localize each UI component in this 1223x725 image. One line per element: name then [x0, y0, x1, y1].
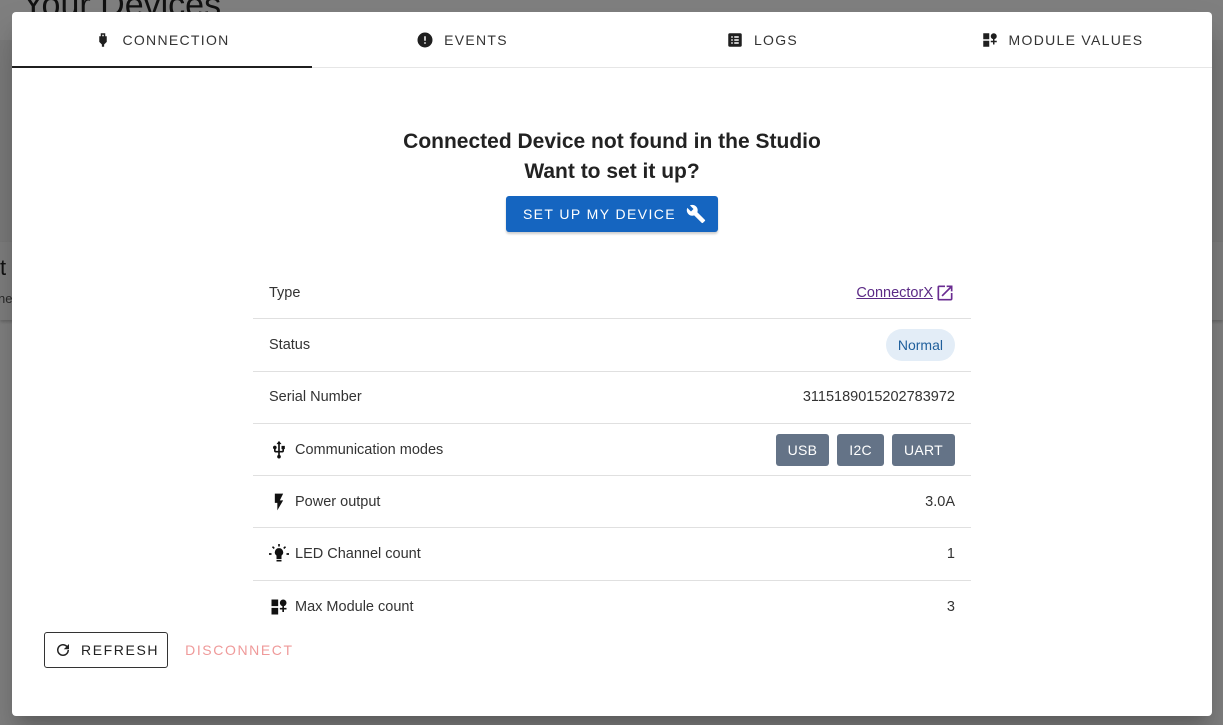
row-type: Type ConnectorX — [253, 267, 971, 320]
max-module-value: 3 — [946, 598, 955, 615]
row-communication-modes: Communication modes USB I2C UART — [253, 424, 971, 477]
refresh-label: Refresh — [81, 642, 160, 658]
widgets-icon — [982, 32, 997, 47]
chip-uart: UART — [891, 433, 955, 466]
serial-value: 3115189015202783972 — [802, 389, 955, 406]
set-up-device-label: Set up my device — [522, 206, 677, 222]
tab-module-values[interactable]: Module Values — [912, 12, 1212, 67]
tab-label: Events — [444, 31, 508, 48]
row-status: Status Normal — [253, 319, 971, 372]
usb-icon — [273, 440, 285, 459]
set-up-device-button[interactable]: Set up my device — [505, 196, 719, 232]
device-type-value: ConnectorX — [856, 284, 933, 301]
light-bulb-icon — [269, 544, 289, 562]
device-type-link[interactable]: ConnectorX — [856, 283, 955, 303]
widgets-icon — [271, 599, 287, 615]
disconnect-button[interactable]: Disconnect — [185, 642, 294, 658]
notice-line-2: Want to set it up? — [524, 160, 700, 183]
communication-modes-label-group: Communication modes — [269, 440, 443, 460]
status-badge: Normal — [885, 328, 955, 361]
tab-label: Module Values — [1008, 31, 1144, 48]
tab-label: Connection — [122, 31, 230, 48]
row-serial: Serial Number 3115189015202783972 — [253, 372, 971, 424]
alert-circle-icon — [417, 32, 433, 47]
usb-plug-icon — [99, 32, 108, 47]
device-info-table: Type ConnectorX Status Normal Serial Num… — [253, 267, 971, 633]
tab-events[interactable]: Events — [312, 12, 612, 67]
row-max-module-count: Max Module count 3 — [253, 581, 971, 633]
tab-bar: Connection Events Logs Module Values — [12, 12, 1212, 68]
tab-logs[interactable]: Logs — [612, 12, 912, 67]
power-output-value: 3.0A — [925, 493, 955, 510]
power-output-label-group: Power output — [269, 492, 380, 512]
type-label: Type — [269, 284, 301, 301]
tab-connection[interactable]: Connection — [12, 12, 312, 68]
refresh-button[interactable]: Refresh — [44, 632, 169, 668]
communication-mode-chips: USB I2C UART — [775, 433, 955, 466]
led-channel-label-group: LED Channel count — [269, 544, 421, 564]
chip-i2c: I2C — [837, 433, 884, 466]
communication-modes-label: Communication modes — [295, 441, 444, 458]
row-led-channel-count: LED Channel count 1 — [253, 528, 971, 581]
chip-usb: USB — [775, 433, 830, 466]
status-label: Status — [269, 336, 311, 353]
tab-label: Logs — [753, 31, 799, 48]
notice-line-1: Connected Device not found in the Studio — [403, 130, 821, 153]
lightning-bolt-icon — [274, 493, 284, 511]
list-icon — [728, 32, 742, 47]
led-channel-label: LED Channel count — [295, 546, 421, 563]
power-output-label: Power output — [295, 493, 381, 510]
serial-label: Serial Number — [269, 389, 362, 406]
dialog-actions: Refresh Disconnect — [44, 632, 294, 668]
open-in-new-icon — [937, 285, 953, 301]
not-found-notice: Connected Device not found in the Studio… — [12, 127, 1212, 187]
led-channel-value: 1 — [946, 546, 955, 563]
wrench-icon — [686, 204, 706, 224]
device-dialog: Connection Events Logs Module Values Con… — [12, 12, 1212, 716]
refresh-icon — [57, 644, 69, 656]
row-power-output: Power output 3.0A — [253, 476, 971, 529]
max-module-label-group: Max Module count — [269, 597, 413, 617]
max-module-label: Max Module count — [295, 598, 414, 615]
